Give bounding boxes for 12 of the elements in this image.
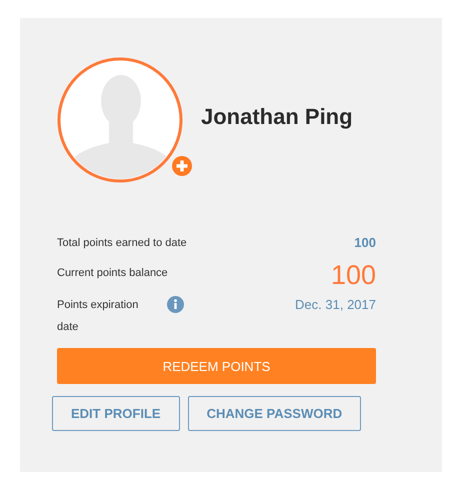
outline-button[interactable]: EDIT PROFILE bbox=[52, 396, 180, 431]
stat-value: Dec. 31, 2017 bbox=[295, 296, 376, 314]
stat-label: Total points earned to date bbox=[57, 236, 187, 251]
add-photo-icon[interactable] bbox=[171, 155, 193, 177]
stat-value: 100 bbox=[354, 234, 376, 252]
info-icon[interactable] bbox=[167, 296, 184, 313]
redeem-button[interactable]: REDEEM POINTS bbox=[57, 348, 376, 384]
stat-value: 100 bbox=[330, 262, 376, 288]
outline-button[interactable]: CHANGE PASSWORD bbox=[188, 396, 362, 431]
user-name: Jonathan Ping bbox=[201, 104, 353, 130]
stat-label: Current points balance bbox=[57, 266, 168, 281]
stat-label: Points expiration date bbox=[57, 298, 140, 335]
